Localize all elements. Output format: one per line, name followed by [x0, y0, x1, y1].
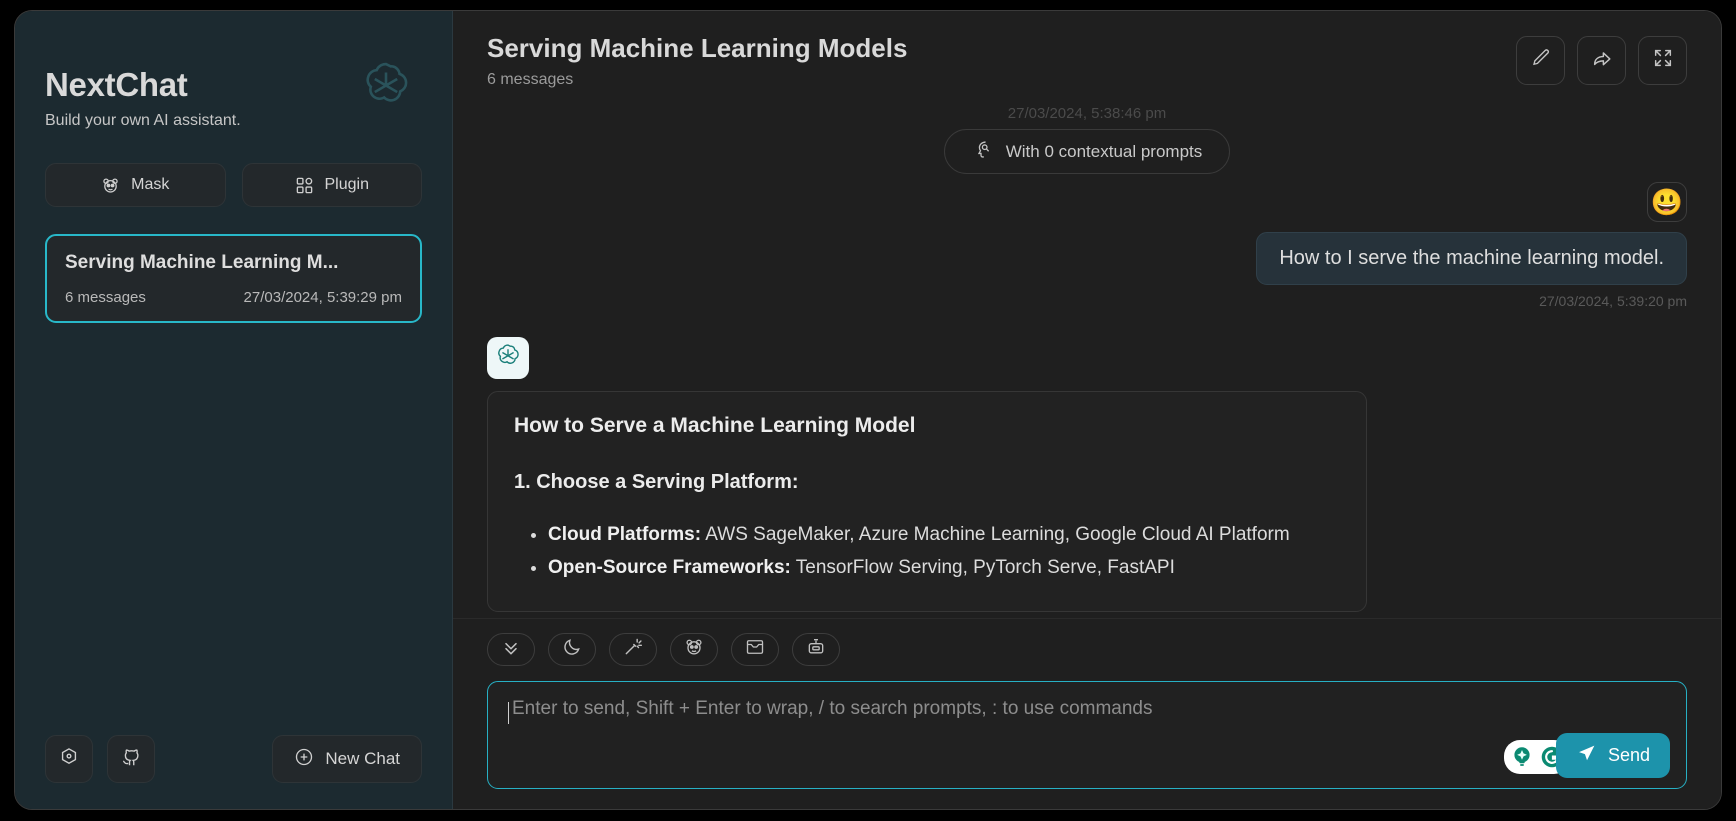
contextual-prompts-button[interactable]: With 0 contextual prompts [943, 129, 1231, 174]
chat-header: Serving Machine Learning Models 6 messag… [453, 11, 1721, 105]
magic-wand-icon [623, 637, 643, 662]
share-chat-button[interactable] [1577, 36, 1626, 85]
panda-mask-icon [101, 176, 120, 195]
plugin-button-label: Plugin [324, 176, 369, 194]
openai-logo-icon [358, 58, 414, 114]
chat-item-meta: 6 messages 27/03/2024, 5:39:29 pm [65, 289, 402, 306]
user-message-bubble[interactable]: How to I serve the machine learning mode… [1256, 232, 1687, 285]
grinning-face-icon: 😃 [1650, 187, 1684, 217]
user-avatar-row: 😃 [487, 182, 1687, 222]
bullet-label: Open-Source Frameworks: [548, 557, 791, 579]
context-row: 27/03/2024, 5:38:46 pm With 0 contextual… [487, 105, 1687, 174]
github-icon [120, 746, 142, 773]
sidebar: NextChat Build your own AI assistant. Ma… [15, 11, 453, 809]
composer-toolbar [487, 633, 1687, 666]
send-button[interactable]: Send [1555, 733, 1670, 778]
brand-block: NextChat Build your own AI assistant. [45, 11, 422, 130]
prompt-magic-button[interactable] [609, 633, 657, 666]
chat-input[interactable]: Enter to send, Shift + Enter to wrap, / … [508, 698, 1666, 720]
scroll-to-bottom-button[interactable] [487, 633, 535, 666]
assistant-heading: How to Serve a Machine Learning Model [514, 414, 916, 437]
sidebar-footer: New Chat [45, 735, 422, 783]
user-message-timestamp: 27/03/2024, 5:39:20 pm [1539, 293, 1687, 309]
sidebar-action-row: Mask Plugin [45, 163, 422, 208]
send-plane-icon [1576, 743, 1597, 769]
brain-prompt-icon [972, 139, 993, 165]
bullet-label: Cloud Platforms: [548, 524, 702, 545]
mask-button[interactable]: Mask [45, 163, 226, 208]
chat-list-item[interactable]: Serving Machine Learning M... 6 messages… [45, 234, 422, 324]
chat-item-count: 6 messages [65, 289, 146, 307]
model-select-button[interactable] [792, 633, 840, 666]
text-caret [508, 702, 509, 724]
user-message: 😃 How to I serve the machine learning mo… [487, 182, 1687, 309]
robot-icon [806, 637, 826, 662]
rename-chat-button[interactable] [1516, 36, 1565, 85]
list-item: Cloud Platforms: AWS SageMaker, Azure Ma… [548, 518, 1340, 551]
chat-item-title: Serving Machine Learning M... [65, 252, 339, 274]
chevrons-down-icon [501, 637, 521, 662]
fullscreen-button[interactable] [1638, 36, 1687, 85]
bullet-text: AWS SageMaker, Azure Machine Learning, G… [701, 524, 1290, 545]
settings-gear-icon [58, 746, 80, 773]
send-button-label: Send [1607, 745, 1650, 765]
composer: Enter to send, Shift + Enter to wrap, / … [453, 618, 1721, 809]
assistant-message: How to Serve a Machine Learning Model 1.… [487, 337, 1687, 612]
clear-context-button[interactable] [731, 633, 779, 666]
chat-input-wrapper[interactable]: Enter to send, Shift + Enter to wrap, / … [487, 681, 1687, 789]
assistant-bullet-list: Cloud Platforms: AWS SageMaker, Azure Ma… [514, 518, 1340, 585]
contextual-prompts-label: With 0 contextual prompts [1005, 141, 1203, 161]
assistant-section-title: 1. Choose a Serving Platform: [514, 471, 799, 493]
pencil-icon [1530, 47, 1552, 74]
chat-item-timestamp: 27/03/2024, 5:39:29 pm [243, 289, 402, 307]
new-chat-label: New Chat [325, 749, 400, 768]
context-timestamp: 27/03/2024, 5:38:46 pm [1007, 105, 1167, 122]
grid-plugin-icon [295, 176, 314, 195]
expand-icon [1652, 47, 1674, 74]
masks-button[interactable] [670, 633, 718, 666]
plugin-button[interactable]: Plugin [241, 163, 422, 208]
bullet-text: TensorFlow Serving, PyTorch Serve, FastA… [790, 557, 1175, 579]
header-actions [1516, 36, 1687, 85]
inbox-icon [745, 637, 765, 662]
share-arrow-icon [1591, 47, 1613, 74]
assistant-message-bubble[interactable]: How to Serve a Machine Learning Model 1.… [487, 391, 1367, 612]
message-count: 6 messages [487, 71, 574, 88]
chat-panel: Serving Machine Learning Models 6 messag… [453, 11, 1721, 809]
panda-mask-icon [684, 637, 704, 662]
assistant-avatar [487, 337, 529, 379]
avatar: 😃 [1647, 182, 1687, 222]
mask-button-label: Mask [131, 176, 170, 194]
settings-button[interactable] [45, 735, 93, 783]
app-subtitle: Build your own AI assistant. [45, 112, 241, 130]
plus-circle-icon [294, 747, 314, 772]
chat-list: Serving Machine Learning M... 6 messages… [45, 234, 422, 324]
lightbulb-icon[interactable] [1508, 743, 1536, 771]
list-item: Open-Source Frameworks: TensorFlow Servi… [548, 551, 1340, 584]
app-window: NextChat Build your own AI assistant. Ma… [14, 10, 1722, 810]
toggle-theme-button[interactable] [548, 633, 596, 666]
github-button[interactable] [107, 735, 155, 783]
new-chat-button[interactable]: New Chat [272, 735, 422, 783]
openai-logo-icon [494, 342, 522, 375]
page-title: Serving Machine Learning Models [487, 33, 908, 63]
moon-icon [562, 637, 582, 662]
